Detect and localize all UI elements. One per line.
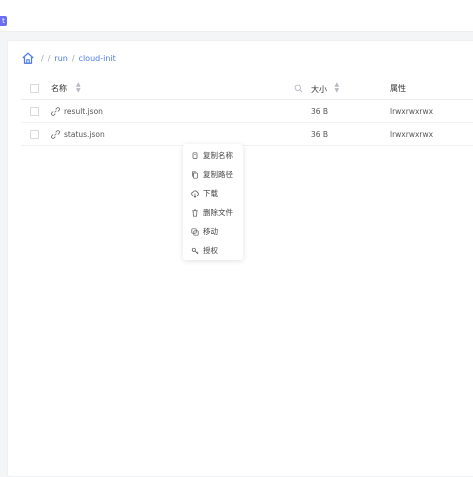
column-header-name-label: 名称 xyxy=(51,83,67,93)
menu-item-move[interactable]: 移动 xyxy=(183,222,243,241)
file-size: 36 B xyxy=(311,106,329,116)
menu-item-label: 复制名称 xyxy=(203,151,233,160)
context-menu: 复制名称 复制路径 下载 删除文件 移动 授权 xyxy=(183,144,243,260)
menu-item-copy-name[interactable]: 复制名称 xyxy=(183,146,243,165)
table-row[interactable]: result.json 36 B lrwxrwxrwx xyxy=(21,100,473,123)
move-icon xyxy=(191,227,199,236)
menu-item-label: 复制路径 xyxy=(203,170,233,179)
breadcrumb-separator: / xyxy=(47,53,51,63)
file-size: 36 B xyxy=(311,129,329,139)
breadcrumb: / / run / cloud-init xyxy=(21,51,116,65)
search-icon[interactable] xyxy=(294,84,303,93)
file-name-cell[interactable]: result.json xyxy=(51,107,103,116)
breadcrumb-item-run[interactable]: run xyxy=(54,54,67,63)
menu-item-delete-file[interactable]: 删除文件 xyxy=(183,203,243,222)
sort-icon[interactable]: ▲ ▼ xyxy=(335,81,340,94)
menu-item-label: 删除文件 xyxy=(203,208,233,217)
menu-item-label: 下载 xyxy=(203,189,218,198)
menu-item-download[interactable]: 下载 xyxy=(183,184,243,203)
table-header: 名称 ▲ ▼ 大小 ▲ ▼ 属性 xyxy=(21,77,473,100)
file-name[interactable]: result.json xyxy=(64,107,103,116)
file-name[interactable]: status.json xyxy=(64,130,105,139)
menu-item-label: 授权 xyxy=(203,246,218,255)
row-checkbox[interactable] xyxy=(30,106,39,116)
column-header-size-label: 大小 xyxy=(311,84,327,94)
corner-tag[interactable]: t xyxy=(0,16,7,26)
link-icon xyxy=(51,106,60,116)
breadcrumb-separator: / xyxy=(41,53,44,63)
menu-item-label: 移动 xyxy=(203,227,218,236)
menu-item-permission[interactable]: 授权 xyxy=(183,241,243,260)
table-row[interactable]: status.json 36 B lrwxrwxrwx xyxy=(21,123,473,146)
sort-icon[interactable]: ▲ ▼ xyxy=(76,82,81,94)
copy-path-icon xyxy=(192,170,198,179)
column-header-size[interactable]: 大小 ▲ ▼ xyxy=(311,81,340,95)
menu-item-copy-path[interactable]: 复制路径 xyxy=(183,165,243,184)
trash-icon xyxy=(192,208,198,217)
home-icon[interactable] xyxy=(21,51,35,65)
breadcrumb-separator: / xyxy=(71,53,75,63)
row-checkbox[interactable] xyxy=(30,129,39,139)
file-attributes: lrwxrwxrwx xyxy=(390,106,434,116)
top-bar xyxy=(0,0,473,32)
breadcrumb-item-cloud-init[interactable]: cloud-init xyxy=(79,54,116,63)
copy-icon xyxy=(192,151,198,159)
permission-icon xyxy=(191,247,199,254)
select-all-checkbox[interactable] xyxy=(30,83,39,93)
column-header-attributes: 属性 xyxy=(390,83,406,93)
file-attributes: lrwxrwxrwx xyxy=(390,129,434,139)
file-name-cell[interactable]: status.json xyxy=(51,130,105,139)
download-icon xyxy=(191,189,199,198)
link-icon xyxy=(51,129,60,139)
column-header-name[interactable]: 名称 ▲ ▼ xyxy=(51,82,81,94)
